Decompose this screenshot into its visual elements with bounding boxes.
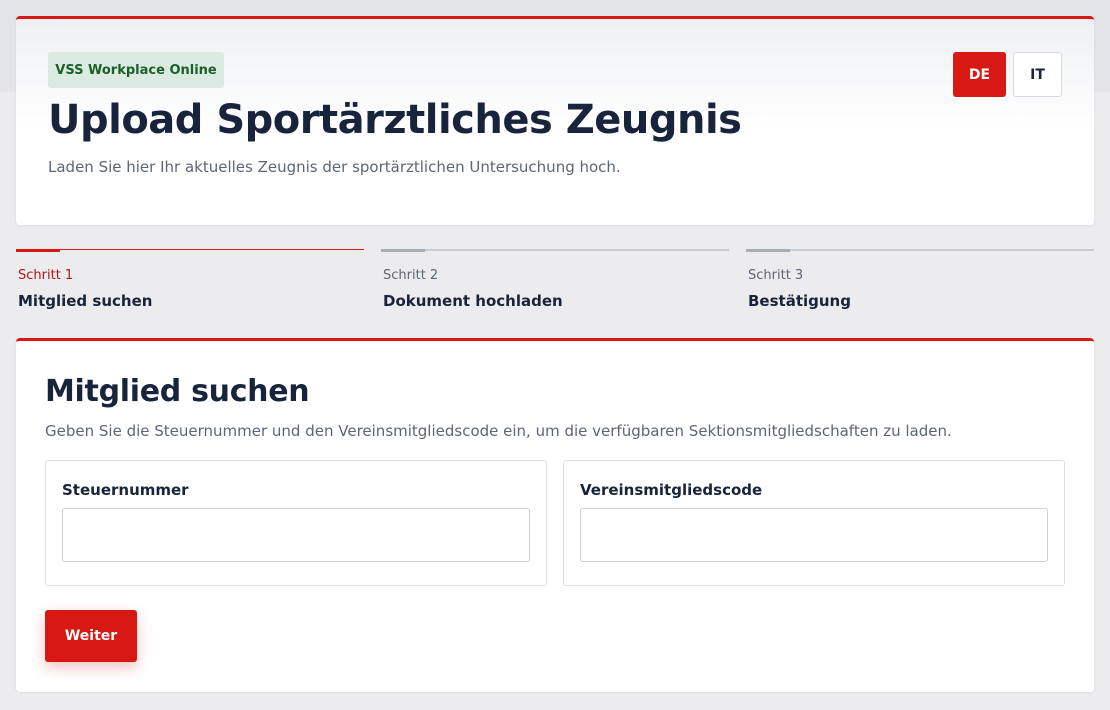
step-progress-track bbox=[746, 249, 1094, 251]
step-progress-fill bbox=[381, 249, 425, 252]
tax-number-field-group: Steuernummer bbox=[45, 460, 547, 586]
step-progress-fill bbox=[16, 249, 60, 252]
language-de-button[interactable]: DE bbox=[953, 52, 1006, 97]
member-code-input[interactable] bbox=[580, 508, 1048, 562]
language-it-button[interactable]: IT bbox=[1013, 52, 1062, 97]
app-badge: VSS Workplace Online bbox=[48, 52, 224, 88]
page-subtitle: Laden Sie hier Ihr aktuelles Zeugnis der… bbox=[48, 158, 621, 176]
step-name: Mitglied suchen bbox=[18, 292, 153, 310]
member-search-card: Mitglied suchen Geben Sie die Steuernumm… bbox=[16, 338, 1094, 692]
tax-number-label: Steuernummer bbox=[62, 481, 189, 499]
section-description: Geben Sie die Steuernummer und den Verei… bbox=[45, 422, 952, 440]
step-3: Schritt 3 Bestätigung bbox=[746, 249, 1094, 319]
member-code-field-group: Vereinsmitgliedscode bbox=[563, 460, 1065, 586]
step-2: Schritt 2 Dokument hochladen bbox=[381, 249, 729, 319]
step-name: Dokument hochladen bbox=[383, 292, 563, 310]
next-button[interactable]: Weiter bbox=[45, 610, 137, 662]
step-progress-track bbox=[381, 249, 729, 251]
step-progress-fill bbox=[746, 249, 790, 252]
step-progress-track bbox=[16, 249, 364, 250]
page-title: Upload Sportärztliches Zeugnis bbox=[48, 97, 742, 143]
header-card: VSS Workplace Online Upload Sportärztlic… bbox=[16, 16, 1094, 225]
section-title: Mitglied suchen bbox=[45, 374, 310, 409]
step-1: Schritt 1 Mitglied suchen bbox=[16, 249, 364, 319]
step-label: Schritt 3 bbox=[748, 268, 804, 283]
step-label: Schritt 2 bbox=[383, 268, 439, 283]
member-code-label: Vereinsmitgliedscode bbox=[580, 481, 763, 499]
step-name: Bestätigung bbox=[748, 292, 851, 310]
step-label: Schritt 1 bbox=[18, 268, 74, 283]
tax-number-input[interactable] bbox=[62, 508, 530, 562]
